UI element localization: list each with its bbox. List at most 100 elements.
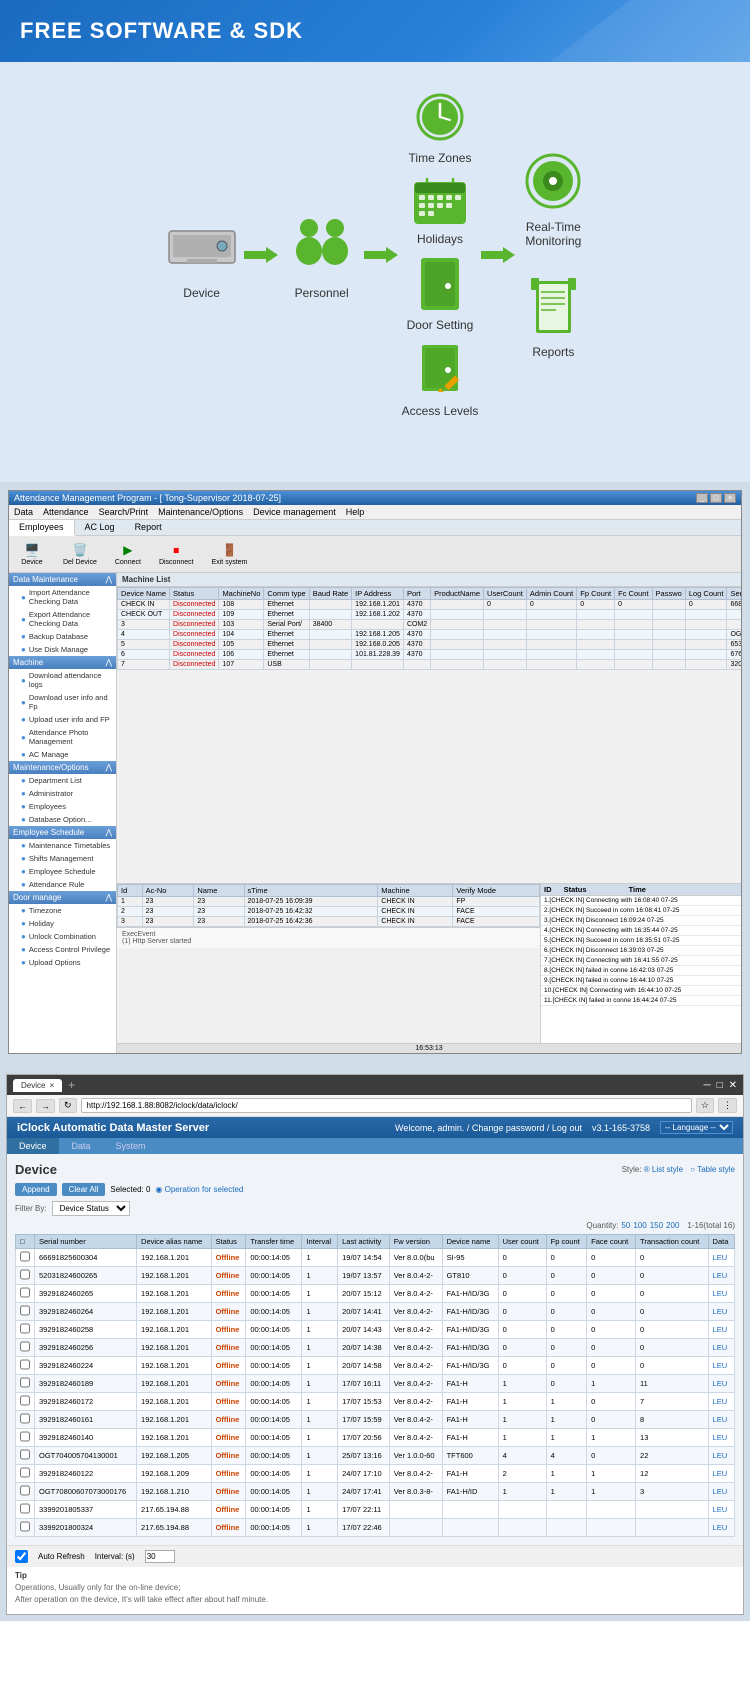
sidebar-shifts[interactable]: ●Shifts Management [9,852,116,865]
list-item[interactable]: 3929182460161192.168.1.201Offline00:00:1… [16,1411,735,1429]
exit-btn[interactable]: 🚪 Exit system [207,539,253,569]
sidebar-unlock[interactable]: ●Unlock Combination [9,930,116,943]
table-row[interactable]: 6Disconnected106Ethernet101.81.228.39437… [118,650,742,660]
connect-btn[interactable]: ▶ Connect [110,539,146,569]
tab-report[interactable]: Report [125,520,172,535]
forward-btn[interactable]: → [36,1099,55,1113]
sidebar-timezone[interactable]: ●Timezone [9,904,116,917]
close-btn[interactable]: × [724,493,736,503]
list-item[interactable]: 3929182460122192.168.1.209Offline00:00:1… [16,1465,735,1483]
nav-device[interactable]: Device [7,1138,59,1154]
sidebar-att-rule[interactable]: ●Attendance Rule [9,878,116,891]
table-row[interactable]: 7Disconnected107USB3204 [118,660,742,670]
sidebar-admin[interactable]: ●Administrator [9,787,116,800]
sidebar-photo[interactable]: ●Attendance Photo Management [9,726,116,748]
menu-help[interactable]: Help [346,507,365,517]
tab-ac-log[interactable]: AC Log [75,520,125,535]
table-row[interactable]: CHECK INDisconnected108Ethernet192.168.1… [118,600,742,610]
sidebar-export[interactable]: ●Export Attendance Checking Data [9,608,116,630]
machine-table-wrapper[interactable]: Device Name Status MachineNo Comm type B… [117,587,741,883]
table-row[interactable]: 4Disconnected104Ethernet192.168.1.205437… [118,630,742,640]
url-bar[interactable] [81,1098,692,1113]
sidebar-ac-manage[interactable]: ●AC Manage [9,748,116,761]
sidebar-disk[interactable]: ●Use Disk Manage [9,643,116,656]
sidebar-upload-options[interactable]: ●Upload Options [9,956,116,969]
sidebar-dept[interactable]: ●Department List [9,774,116,787]
minimize-btn[interactable]: _ [696,493,708,503]
bookmark-btn[interactable]: ☆ [696,1098,714,1113]
log-row[interactable]: 123232018-07-25 16:09:39CHECK INFP [118,897,540,907]
operation-btn[interactable]: ◉ Operation for selected [155,1185,243,1194]
menu-attendance[interactable]: Attendance [43,507,89,517]
interval-input[interactable] [145,1550,175,1563]
sidebar-import[interactable]: ●Import Attendance Checking Data [9,586,116,608]
settings-btn[interactable]: ⋮ [718,1098,737,1113]
log-row[interactable]: 323232018-07-25 16:42:36CHECK INFACE [118,917,540,927]
sidebar-download-logs[interactable]: ●Download attendance logs [9,669,116,691]
del-device-btn[interactable]: 🗑️ Del Device [58,539,102,569]
back-btn[interactable]: ← [13,1099,32,1113]
titlebar-controls[interactable]: _ □ × [696,493,736,503]
sidebar-upload-user[interactable]: ●Upload user info and FP [9,713,116,726]
clear-all-btn[interactable]: Clear All [62,1183,106,1196]
list-item[interactable]: 3929182460172192.168.1.201Offline00:00:1… [16,1393,735,1411]
log-row[interactable]: 223232018-07-25 16:42:32CHECK INFACE [118,907,540,917]
table-row[interactable]: CHECK OUTDisconnected109Ethernet192.168.… [118,610,742,620]
sidebar-download-user[interactable]: ●Download user info and Fp [9,691,116,713]
list-style-btn[interactable]: ® List style [644,1165,683,1174]
list-item[interactable]: 66691825600304192.168.1.201Offline00:00:… [16,1249,735,1267]
menu-data[interactable]: Data [14,507,33,517]
sidebar-emp-schedule[interactable]: ●Employee Schedule [9,865,116,878]
language-select[interactable]: -- Language -- [660,1121,733,1134]
device-btn[interactable]: 🖥️ Device [14,539,50,569]
menu-maintenance[interactable]: Maintenance/Options [158,507,243,517]
sidebar-machine[interactable]: Machine ⋀ [9,656,116,669]
browser-tab-close[interactable]: × [49,1081,54,1090]
sidebar-maint-options[interactable]: Maintenance/Options ⋀ [9,761,116,774]
sidebar-db-option[interactable]: ●Database Option... [9,813,116,826]
sidebar-holiday[interactable]: ●Holiday [9,917,116,930]
sidebar-timetables[interactable]: ●Maintenance Timetables [9,839,116,852]
sidebar-data-maint[interactable]: Data Maintenance ⋀ [9,573,116,586]
sidebar-access-ctrl[interactable]: ●Access Control Privilege [9,943,116,956]
refresh-btn[interactable]: ↻ [59,1098,77,1113]
nav-data[interactable]: Data [60,1138,103,1154]
list-item[interactable]: 3929182460258192.168.1.201Offline00:00:1… [16,1321,735,1339]
web-table-wrapper[interactable]: □ Serial number Device alias name Status… [15,1234,735,1537]
list-item[interactable]: 3929182460264192.168.1.201Offline00:00:1… [16,1303,735,1321]
list-item[interactable]: 3929182460140192.168.1.201Offline00:00:1… [16,1429,735,1447]
browser-tab-device[interactable]: Device × [13,1079,62,1092]
sidebar-employees[interactable]: ●Employees [9,800,116,813]
qty-100[interactable]: 100 [633,1221,646,1230]
table-style-btn[interactable]: ○ Table style [690,1165,735,1174]
list-item[interactable]: 3929182460189192.168.1.201Offline00:00:1… [16,1375,735,1393]
list-item[interactable]: OGT704005704130001192.168.1.205Offline00… [16,1447,735,1465]
menu-search[interactable]: Search/Print [99,507,149,517]
qty-150[interactable]: 150 [650,1221,663,1230]
new-tab-btn[interactable]: + [68,1078,75,1092]
browser-minimize[interactable]: ─ [703,1080,710,1091]
qty-200[interactable]: 200 [666,1221,679,1230]
disconnect-btn[interactable]: ⏹ Disconnect [154,539,199,569]
nav-system[interactable]: System [104,1138,158,1154]
sidebar-backup[interactable]: ●Backup Database [9,630,116,643]
table-row[interactable]: 5Disconnected105Ethernet192.168.0.205437… [118,640,742,650]
list-item[interactable]: 3929182460265192.168.1.201Offline00:00:1… [16,1285,735,1303]
browser-close[interactable]: ✕ [729,1080,737,1091]
table-row[interactable]: 3Disconnected103Serial Port/38400COM2 [118,620,742,630]
list-item[interactable]: 3929182460224192.168.1.201Offline00:00:1… [16,1357,735,1375]
filter-select[interactable]: Device Status [52,1201,130,1216]
maximize-btn[interactable]: □ [710,493,722,503]
append-btn[interactable]: Append [15,1183,57,1196]
list-item[interactable]: 3929182460256192.168.1.201Offline00:00:1… [16,1339,735,1357]
sidebar-door[interactable]: Door manage ⋀ [9,891,116,904]
auto-refresh-checkbox[interactable] [15,1550,28,1563]
sidebar-schedule[interactable]: Employee Schedule ⋀ [9,826,116,839]
tab-employees[interactable]: Employees [9,520,75,536]
list-item[interactable]: 3399201800324217.65.194.88Offline00:00:1… [16,1519,735,1537]
menu-device[interactable]: Device management [253,507,336,517]
list-item[interactable]: OGT70800607073000176192.168.1.210Offline… [16,1483,735,1501]
browser-maximize[interactable]: □ [717,1080,723,1091]
list-item[interactable]: 3399201805337217.65.194.88Offline00:00:1… [16,1501,735,1519]
qty-50[interactable]: 50 [621,1221,630,1230]
